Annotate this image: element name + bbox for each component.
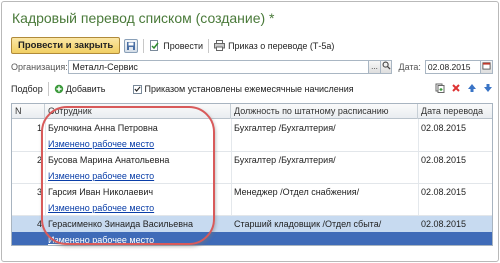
add-row-label: Добавить [65, 84, 106, 94]
table-toolbar: Подбор Добавить Приказом установлены еже… [11, 82, 493, 96]
row-sub-line: Изменено рабочее место [12, 168, 492, 184]
toolbar-separator [143, 38, 145, 53]
table-row[interactable]: 2 Бусова Марина Анатольевна Бухгалтер /Б… [12, 152, 492, 184]
monthly-accruals-checkbox[interactable]: Приказом установлены ежемесячные начисле… [133, 84, 354, 94]
checkbox-box[interactable] [133, 84, 143, 94]
search-icon [382, 61, 391, 70]
post-and-close-button[interactable]: Провести и закрыть [11, 37, 121, 54]
row-sub-line: Изменено рабочее место [12, 136, 492, 152]
window-title-text: Кадровый перевод списком (создание) [12, 10, 266, 26]
copy-icon [435, 83, 444, 93]
move-up-button[interactable] [466, 82, 477, 93]
post-document-icon [150, 40, 159, 51]
organization-open-button[interactable] [380, 60, 393, 74]
floppy-disk-icon [127, 41, 136, 50]
transfer-date: 02.08.2015 [421, 155, 467, 165]
row-main-line: 3 Гарсия Иван Николаевич Менеджер /Отдел… [12, 184, 492, 200]
row-number: 2 [36, 155, 42, 165]
position-cell: Бухгалтер /Бухгалтерия/ [234, 123, 336, 133]
move-down-button[interactable] [482, 82, 493, 93]
toolbar-separator [47, 82, 49, 96]
monthly-accruals-label: Приказом установлены ежемесячные начисле… [144, 84, 354, 94]
window-title: Кадровый перевод списком (создание) * [12, 10, 275, 26]
date-field[interactable]: 02.08.2015 [424, 60, 482, 74]
document-window: Кадровый перевод списком (создание) * Пр… [1, 1, 499, 262]
organization-select-button[interactable]: ... [369, 60, 381, 74]
organization-row: Организация: Металл-Сервис ... Дата: 02.… [11, 60, 493, 74]
position-cell: Бухгалтер /Бухгалтерия/ [234, 155, 336, 165]
row-actions [434, 82, 493, 93]
post-button[interactable]: Провести [149, 40, 203, 51]
delete-icon [451, 83, 460, 92]
row-main-line: 4 Герасименко Зинаида Васильевна Старший… [12, 216, 492, 232]
transfer-date: 02.08.2015 [421, 123, 467, 133]
calendar-icon [482, 62, 491, 70]
transfer-date: 02.08.2015 [421, 219, 467, 229]
row-sub-line: Изменено рабочее место [12, 200, 492, 216]
change-link[interactable]: Изменено рабочее место [45, 232, 231, 245]
transfer-date: 02.08.2015 [421, 187, 467, 197]
table-row[interactable]: 3 Гарсия Иван Николаевич Менеджер /Отдел… [12, 184, 492, 216]
add-row-button[interactable]: Добавить [54, 84, 106, 94]
row-main-line: 1 Булочкина Анна Петровна Бухгалтер /Бух… [12, 120, 492, 136]
add-icon [54, 84, 63, 94]
organization-label: Организация: [11, 62, 68, 72]
date-label: Дата: [398, 62, 421, 72]
row-number: 4 [36, 219, 42, 229]
organization-field[interactable]: Металл-Сервис [68, 60, 370, 74]
pick-button[interactable]: Подбор [11, 84, 43, 94]
post-button-label: Провести [163, 40, 204, 51]
row-number: 3 [36, 187, 42, 197]
position-cell: Старший кладовщик /Отдел сбыта/ [234, 219, 382, 229]
delete-row-button[interactable] [450, 82, 461, 93]
table-row[interactable]: 1 Булочкина Анна Петровна Бухгалтер /Бух… [12, 120, 492, 152]
change-link[interactable]: Изменено рабочее место [45, 136, 231, 152]
modified-marker: * [269, 10, 275, 26]
date-picker-button[interactable] [481, 60, 493, 74]
table-header: N Сотрудник Должность по штатному распис… [12, 104, 492, 119]
row-main-line: 2 Бусова Марина Анатольевна Бухгалтер /Б… [12, 152, 492, 168]
column-header-position[interactable]: Должность по штатному расписанию [231, 104, 418, 119]
employee-name: Гарсия Иван Николаевич [48, 187, 154, 197]
employee-name: Герасименко Зинаида Васильевна [48, 219, 193, 229]
employees-table: N Сотрудник Должность по штатному распис… [11, 103, 493, 246]
employee-name: Бусова Марина Анатольевна [48, 155, 170, 165]
print-order-label: Приказ о переводе (Т-5а) [228, 40, 335, 51]
arrow-up-icon [467, 83, 476, 92]
checkmark-icon [134, 86, 142, 92]
column-header-date[interactable]: Дата перевода [418, 104, 492, 119]
toolbar-separator [208, 38, 210, 53]
change-link[interactable]: Изменено рабочее место [45, 168, 231, 184]
employee-name: Булочкина Анна Петровна [48, 123, 158, 133]
row-sub-line: Изменено рабочее место [12, 232, 492, 245]
column-header-employee[interactable]: Сотрудник [45, 104, 231, 119]
position-cell: Менеджер /Отдел снабжения/ [234, 187, 360, 197]
arrow-down-icon [483, 83, 492, 92]
table-row-selected[interactable]: 4 Герасименко Зинаида Васильевна Старший… [12, 216, 492, 245]
copy-row-button[interactable] [434, 82, 445, 93]
print-order-button[interactable]: Приказ о переводе (Т-5а) [214, 40, 334, 51]
column-header-n[interactable]: N [12, 104, 45, 119]
save-icon[interactable] [124, 38, 139, 53]
form-toolbar: Провести и закрыть Провести Приказ о пер… [11, 37, 334, 54]
printer-icon [214, 40, 226, 51]
row-number: 1 [36, 123, 42, 133]
change-link[interactable]: Изменено рабочее место [45, 200, 231, 216]
